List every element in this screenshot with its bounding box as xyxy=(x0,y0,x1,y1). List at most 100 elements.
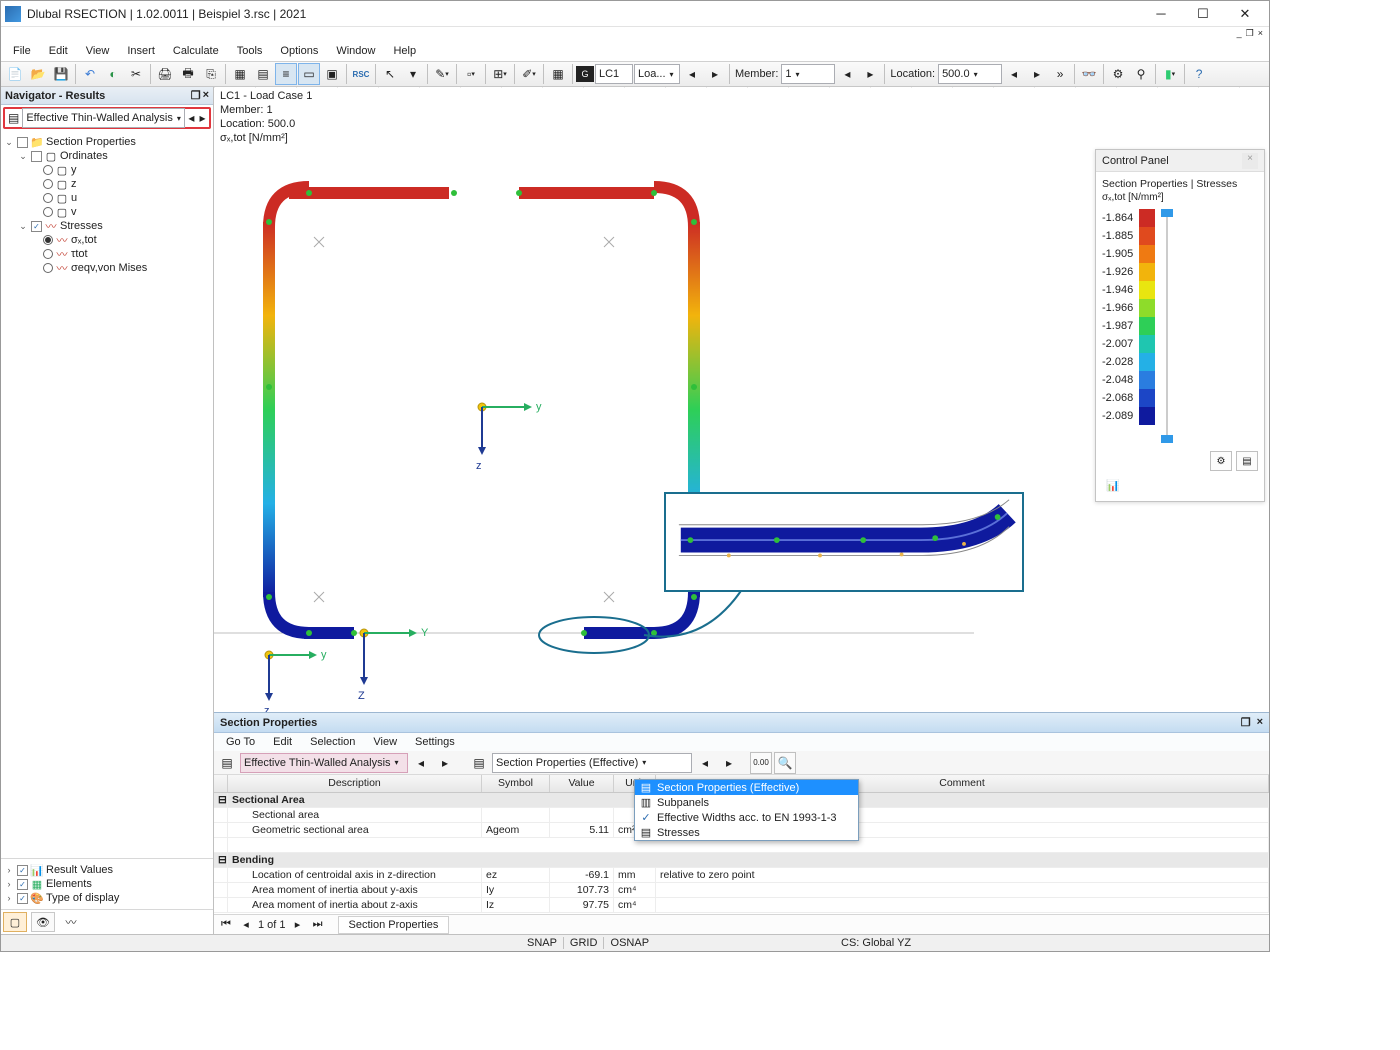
member-combo[interactable]: 1▾ xyxy=(781,64,835,84)
loc-next-icon[interactable]: ▸ xyxy=(1026,63,1048,85)
scale-slider[interactable] xyxy=(1161,209,1173,443)
menu-help[interactable]: Help xyxy=(385,43,424,59)
view2-icon[interactable]: ▤ xyxy=(252,63,274,85)
cp-legend-icon[interactable]: ▤ xyxy=(1236,451,1258,471)
loc-prev-icon[interactable]: ◂ xyxy=(1003,63,1025,85)
sp-menu-edit[interactable]: Edit xyxy=(265,735,300,749)
cp-misc-icon[interactable]: 📊 xyxy=(1102,475,1124,495)
status-grid[interactable]: GRID xyxy=(563,937,605,949)
status-osnap[interactable]: OSNAP xyxy=(611,937,650,949)
menu-tools[interactable]: Tools xyxy=(229,43,271,59)
print-preview-icon[interactable]: 🖶 xyxy=(177,63,199,85)
help-icon[interactable]: ? xyxy=(1188,63,1210,85)
pager-prev-icon[interactable]: ◂ xyxy=(238,918,254,931)
tree-tau-tot[interactable]: τtot xyxy=(71,248,88,260)
tree-ord-v[interactable]: v xyxy=(71,206,77,218)
sp-table-combo[interactable]: Section Properties (Effective)▾ xyxy=(492,753,692,773)
control-panel-close-icon[interactable]: × xyxy=(1242,153,1258,169)
cloud-icon[interactable]: ◐ xyxy=(102,63,124,85)
view4-icon[interactable]: ▭ xyxy=(298,63,320,85)
pager-tab[interactable]: Section Properties xyxy=(338,916,450,934)
menu-view[interactable]: View xyxy=(78,43,118,59)
undo-icon[interactable]: ↶ xyxy=(79,63,101,85)
sp-tbl-prev-icon[interactable]: ◂ xyxy=(694,752,716,774)
member-next-icon[interactable]: ▸ xyxy=(859,63,881,85)
menu-file[interactable]: File xyxy=(5,43,39,59)
menu-insert[interactable]: Insert xyxy=(119,43,163,59)
new-icon[interactable]: 📄 xyxy=(4,63,26,85)
save-icon[interactable]: 💾 xyxy=(50,63,72,85)
view3-icon[interactable]: ≡ xyxy=(275,63,297,85)
cut-icon[interactable]: ✂ xyxy=(125,63,147,85)
menu-window[interactable]: Window xyxy=(328,43,383,59)
wand-icon[interactable]: ✎▾ xyxy=(431,63,453,85)
tree-ord-u[interactable]: u xyxy=(71,192,77,204)
member-prev-icon[interactable]: ◂ xyxy=(836,63,858,85)
popup-item-0[interactable]: ▤Section Properties (Effective) xyxy=(635,780,858,795)
popup-item-3[interactable]: ▤Stresses xyxy=(635,825,858,840)
nav-tab-3[interactable]: 〰 xyxy=(59,912,83,932)
view1-icon[interactable]: ▦ xyxy=(229,63,251,85)
arrow-icon[interactable]: ↖ xyxy=(379,63,401,85)
view5-icon[interactable]: ▣ xyxy=(321,63,343,85)
lc-name-combo[interactable]: Loa...▾ xyxy=(634,64,680,84)
control-panel[interactable]: Control Panel× Section Properties | Stre… xyxy=(1095,149,1265,502)
close-button[interactable]: ✕ xyxy=(1225,3,1265,25)
sp-prev-icon[interactable]: ◂ xyxy=(410,752,432,774)
tree-sigma-eqv[interactable]: σeqv,von Mises xyxy=(71,262,147,274)
menu-calculate[interactable]: Calculate xyxy=(165,43,227,59)
grid-icon[interactable]: ⊞▾ xyxy=(489,63,511,85)
popup-item-2[interactable]: ✓Effective Widths acc. to EN 1993-1-3 xyxy=(635,810,858,825)
tool-a-icon[interactable]: ⚙ xyxy=(1107,63,1129,85)
sp-tbl-next-icon[interactable]: ▸ xyxy=(718,752,740,774)
tree-ordinates[interactable]: Ordinates xyxy=(60,150,108,162)
sp-next-icon[interactable]: ▸ xyxy=(434,752,456,774)
sp-menu-selection[interactable]: Selection xyxy=(302,735,363,749)
glasses-icon[interactable]: 👓 xyxy=(1078,63,1100,85)
loc-more-icon[interactable]: » xyxy=(1049,63,1071,85)
page-icon[interactable]: ▫▾ xyxy=(460,63,482,85)
analysis-next-icon[interactable]: ▸ xyxy=(198,107,207,129)
canvas[interactable]: LC1 - Load Case 1 Member: 1 Location: 50… xyxy=(214,87,1269,934)
sp-float-icon[interactable]: ❐ xyxy=(1241,716,1251,729)
location-combo[interactable]: 500.0▾ xyxy=(938,64,1002,84)
rsc-icon[interactable]: RSC xyxy=(350,63,372,85)
brush-icon[interactable]: ✐▾ xyxy=(518,63,540,85)
tree-section-properties[interactable]: Section Properties xyxy=(46,136,136,148)
print-icon[interactable]: 🖨 xyxy=(154,63,176,85)
lc-combo[interactable]: LC1 xyxy=(595,64,633,84)
pager-last-icon[interactable]: ⏭ xyxy=(310,918,326,931)
popup-item-1[interactable]: ▥Subpanels xyxy=(635,795,858,810)
analysis-prev-icon[interactable]: ◂ xyxy=(187,107,196,129)
sp-analysis-combo[interactable]: Effective Thin-Walled Analysis▾ xyxy=(240,753,408,773)
sp-menu-view[interactable]: View xyxy=(365,735,405,749)
lc-prev-icon[interactable]: ◂ xyxy=(681,63,703,85)
tree-stresses[interactable]: Stresses xyxy=(60,220,103,232)
navigator-tree[interactable]: ⌄📁Section Properties ⌄▢Ordinates ▢y ▢z ▢… xyxy=(1,131,213,858)
pager-first-icon[interactable]: ⏮ xyxy=(218,918,234,931)
tree-sigma-xtot[interactable]: σₓ,tot xyxy=(71,234,97,246)
dropdown-icon[interactable]: ▾ xyxy=(402,63,424,85)
menu-edit[interactable]: Edit xyxy=(41,43,76,59)
status-snap[interactable]: SNAP xyxy=(527,937,557,949)
tree-elements[interactable]: Elements xyxy=(46,878,92,890)
analysis-combo[interactable]: Effective Thin-Walled Analysis▾ xyxy=(22,108,185,128)
tree-ord-y[interactable]: y xyxy=(71,164,77,176)
panel-close-icon[interactable]: × xyxy=(203,89,209,102)
nav-tab-1[interactable]: ▢ xyxy=(3,912,27,932)
tree-result-values[interactable]: Result Values xyxy=(46,864,113,876)
minimize-button[interactable]: ─ xyxy=(1141,3,1181,25)
copy-icon[interactable]: ⎘ xyxy=(200,63,222,85)
open-icon[interactable]: 📂 xyxy=(27,63,49,85)
sp-close-icon[interactable]: × xyxy=(1257,716,1263,729)
sp-menu-settings[interactable]: Settings xyxy=(407,735,463,749)
panel-float-icon[interactable]: ❐ xyxy=(191,89,201,102)
tree-ord-z[interactable]: z xyxy=(71,178,77,190)
sp-decimals-icon[interactable]: 0.00 xyxy=(750,752,772,774)
sp-dropdown-popup[interactable]: ▤Section Properties (Effective) ▥Subpane… xyxy=(634,779,859,841)
tree-type-of-display[interactable]: Type of display xyxy=(46,892,119,904)
sp-search-icon[interactable]: 🔍 xyxy=(774,752,796,774)
menu-options[interactable]: Options xyxy=(272,43,326,59)
palette-icon[interactable]: ▮▾ xyxy=(1159,63,1181,85)
cp-settings-icon[interactable]: ⚙ xyxy=(1210,451,1232,471)
